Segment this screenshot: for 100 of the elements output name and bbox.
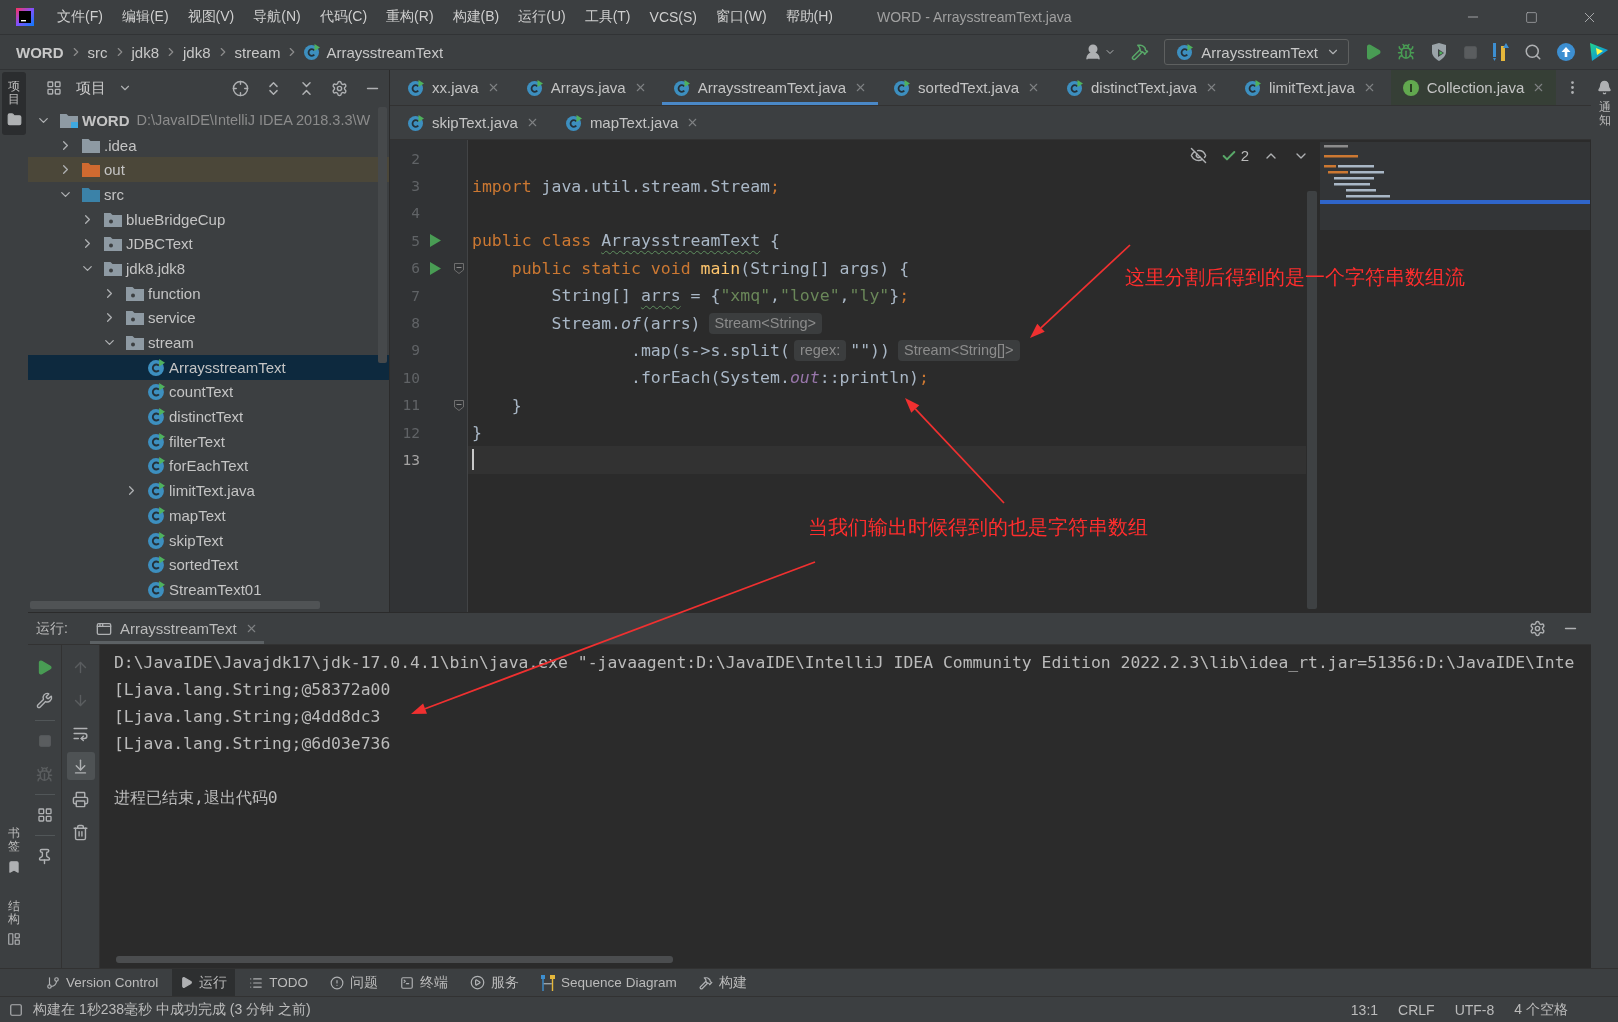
tree-item[interactable]: stream <box>28 330 389 355</box>
eye-off-icon[interactable] <box>1189 147 1207 164</box>
tree-item[interactable]: limitText.java <box>28 478 389 503</box>
project-folder-icon <box>60 112 78 128</box>
tree-item[interactable]: service <box>28 305 389 331</box>
breadcrumb[interactable]: ArraysstreamText <box>304 43 444 61</box>
user-icon[interactable] <box>1084 43 1103 61</box>
menu-item[interactable]: 窗口(W) <box>716 8 767 26</box>
scrollbar[interactable] <box>378 107 387 363</box>
breadcrumb[interactable]: jdk8 <box>183 43 211 61</box>
tree-item[interactable]: countText <box>28 379 389 405</box>
run-config-dropdown[interactable]: ArraysstreamText <box>1164 39 1349 65</box>
tool-window-tab[interactable]: 运行 <box>172 969 236 996</box>
tree-item[interactable]: out <box>28 157 389 183</box>
tree-item[interactable]: StreamText01 <box>28 577 389 601</box>
scrollbar[interactable] <box>116 956 673 963</box>
run-icon[interactable] <box>429 261 441 275</box>
tree-item[interactable]: forEachText <box>28 453 389 479</box>
tool-window-tab[interactable]: TODO <box>241 969 317 996</box>
square-icon[interactable] <box>9 1002 23 1017</box>
run-icon[interactable] <box>36 658 53 676</box>
shield-play-icon[interactable] <box>1430 43 1448 61</box>
search-icon[interactable] <box>1524 43 1542 61</box>
hammer-icon[interactable] <box>1131 43 1150 61</box>
tree-item[interactable]: sortedText <box>28 552 389 578</box>
fold-icon[interactable] <box>453 262 464 274</box>
editor-tab[interactable]: mapText.java <box>553 106 711 139</box>
settings-icon[interactable] <box>1529 620 1546 637</box>
tree-item[interactable]: function <box>28 280 389 306</box>
menu-item[interactable]: 工具(T) <box>584 8 631 26</box>
tree-item[interactable]: src <box>28 182 389 207</box>
project-view-dropdown[interactable]: 项目 <box>76 78 132 98</box>
menu-item[interactable]: 构建(B) <box>452 8 500 26</box>
bug-icon[interactable] <box>1397 43 1415 61</box>
menu-item[interactable]: 文件(F) <box>57 8 103 26</box>
editor-tab[interactable]: skipText.java <box>396 106 550 139</box>
tree-item[interactable]: mapText <box>28 503 389 528</box>
menu-item[interactable]: 运行(U) <box>518 8 566 26</box>
editor-tab[interactable]: Collection.java <box>1390 70 1557 105</box>
tool-window-button[interactable]: 通知 <box>1592 72 1617 136</box>
menu-item[interactable]: 编辑(E) <box>121 8 169 26</box>
tree-item[interactable]: ArraysstreamText <box>28 354 389 380</box>
tree-item[interactable]: blueBridgeCup <box>28 206 389 232</box>
toggle-button[interactable] <box>66 752 95 780</box>
tool-window-tab[interactable]: 服务 <box>462 969 528 996</box>
status-item[interactable]: UTF-8 <box>1454 1001 1495 1018</box>
tree-item[interactable]: JDBCText <box>28 231 389 257</box>
tool-window-button[interactable]: 结构 <box>2 891 26 954</box>
inspection-count[interactable]: 2 <box>1220 147 1249 164</box>
breadcrumb[interactable]: jdk8 <box>131 43 160 61</box>
arrows-icon[interactable] <box>1493 43 1509 61</box>
print-icon[interactable] <box>72 790 89 808</box>
run-icon[interactable] <box>1364 43 1382 61</box>
close-icon[interactable] <box>1027 81 1040 94</box>
editor-tab[interactable]: distinctText.java <box>1055 70 1229 105</box>
crosshair-icon[interactable] <box>232 79 249 97</box>
menu-item[interactable]: 代码(C) <box>319 8 368 26</box>
tree-item[interactable]: jdk8.jdk8 <box>28 256 389 281</box>
grid-icon[interactable] <box>36 807 53 823</box>
menu-item[interactable]: 导航(N) <box>253 8 301 26</box>
wrench-icon[interactable] <box>36 691 53 709</box>
status-item[interactable]: CRLF <box>1398 1001 1435 1018</box>
code-text: import java.util.stream.Stream; <box>472 176 780 196</box>
tool-window-tab[interactable]: 终端 <box>392 969 457 996</box>
class-icon <box>148 383 165 401</box>
tool-window-button[interactable]: 书签 <box>2 819 26 882</box>
settings-icon[interactable] <box>331 79 348 97</box>
run-tab[interactable]: ArraysstreamText <box>89 613 264 644</box>
menu-item[interactable]: 帮助(H) <box>785 8 833 26</box>
breadcrumb[interactable]: src <box>87 43 108 61</box>
editor-tab[interactable]: sortedText.java <box>882 70 1051 105</box>
triangle-logo-icon[interactable] <box>1590 43 1608 61</box>
tool-window-tab[interactable]: Version Control <box>38 969 167 996</box>
menu-item[interactable]: 重构(R) <box>386 8 434 26</box>
arrow-up-circle-icon[interactable] <box>1557 43 1575 61</box>
tree-item[interactable]: WORD D:\JavaIDE\IntelliJ IDEA 2018.3.3\W <box>28 108 389 133</box>
tree-item[interactable]: filterText <box>28 428 389 454</box>
breadcrumb[interactable]: stream <box>234 43 281 61</box>
editor-tab[interactable]: xx.java <box>396 70 511 105</box>
breadcrumb[interactable]: WORD <box>16 43 64 61</box>
menu-item[interactable]: 视图(V) <box>187 8 235 26</box>
menu-item[interactable]: VCS(S) <box>649 9 697 25</box>
status-item[interactable]: 4 个空格 <box>1514 1000 1568 1019</box>
editor-tab[interactable]: limitText.java <box>1232 70 1387 105</box>
status-item[interactable]: 13:1 <box>1350 1001 1379 1018</box>
tool-window-tab[interactable]: 构建 <box>690 969 755 996</box>
scroll-to-end-icon[interactable] <box>72 757 89 775</box>
tree-item[interactable]: .idea <box>28 132 389 158</box>
pin-icon[interactable] <box>36 847 53 865</box>
trash-icon[interactable] <box>72 823 89 841</box>
run-icon[interactable] <box>429 234 441 248</box>
tree-item[interactable]: distinctText <box>28 404 389 429</box>
editor-tab[interactable]: ArraysstreamText.java <box>661 70 879 105</box>
tool-window-tab[interactable]: Sequence Diagram <box>533 969 685 996</box>
tree-item[interactable]: skipText <box>28 527 389 553</box>
fold-icon[interactable] <box>453 399 464 411</box>
editor-tab[interactable]: Arrays.java <box>514 70 658 105</box>
tool-window-tab[interactable]: 问题 <box>322 969 387 996</box>
maximize-icon[interactable] <box>1524 10 1538 24</box>
tool-window-button[interactable]: 项目 <box>2 72 26 136</box>
